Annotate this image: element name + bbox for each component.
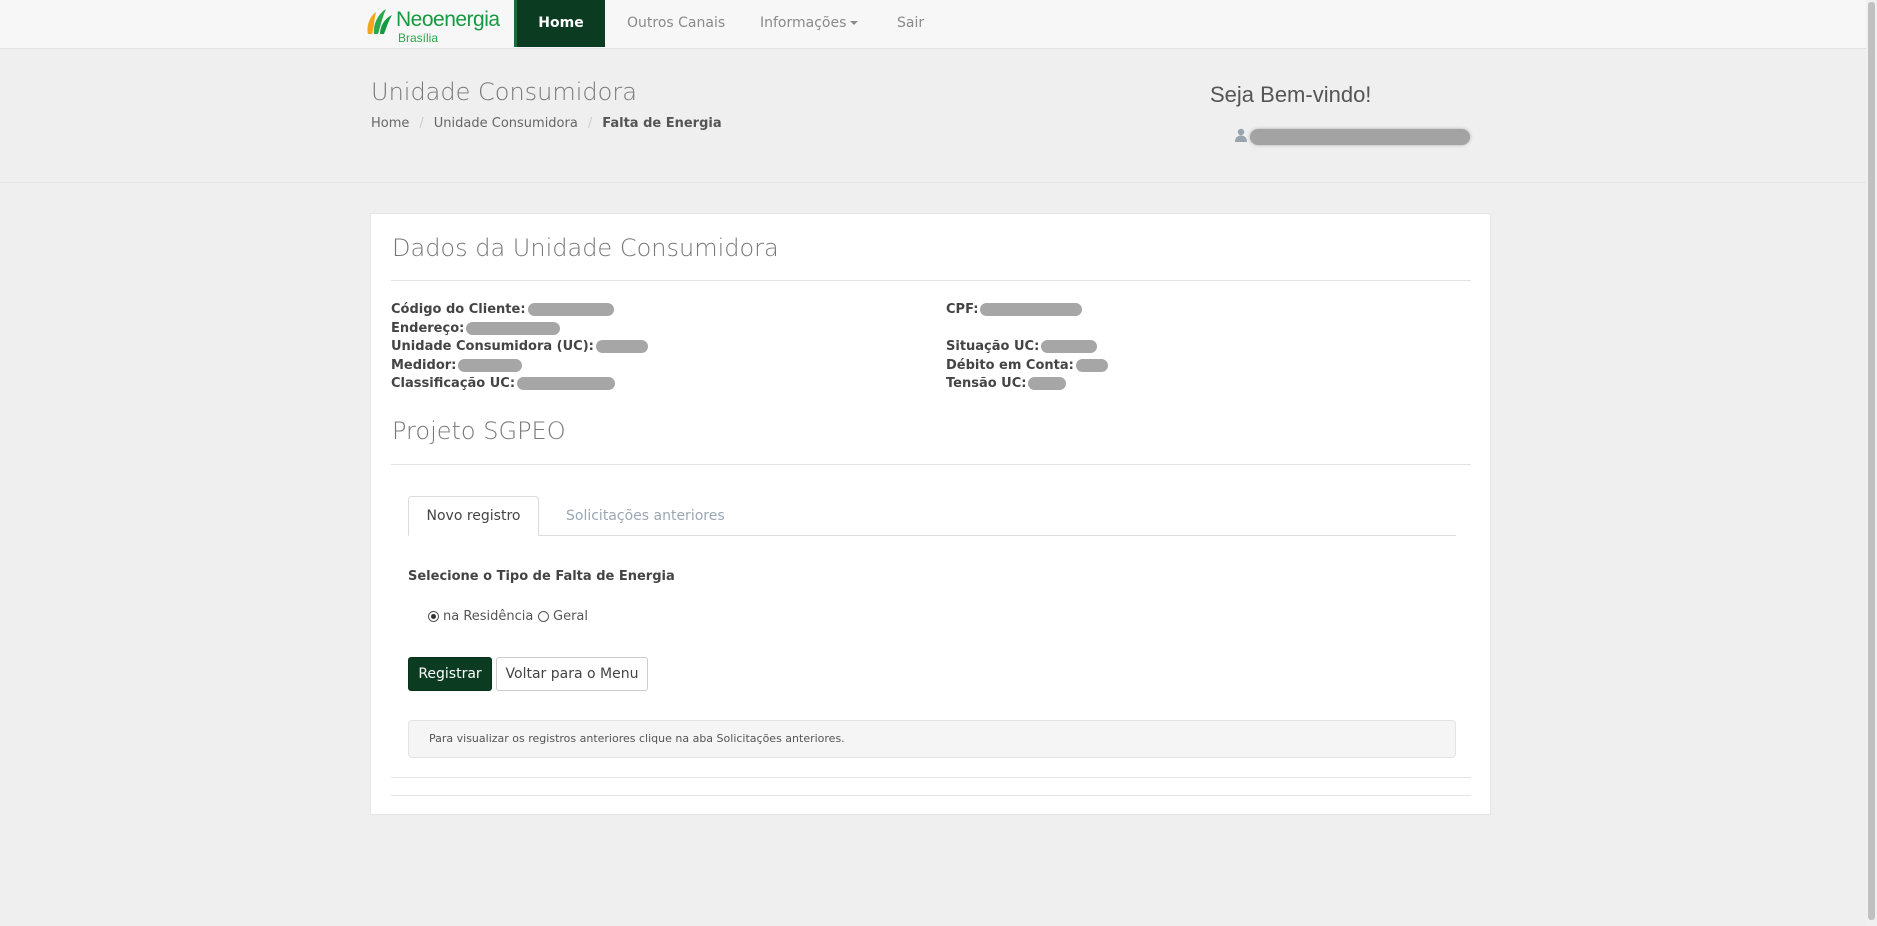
vertical-scrollbar[interactable] — [1866, 0, 1877, 926]
redacted-value — [1075, 359, 1108, 372]
breadcrumb-separator: / — [587, 116, 593, 131]
voltar-menu-button[interactable]: Voltar para o Menu — [496, 657, 648, 691]
user-name-redacted — [1250, 129, 1470, 145]
caret-down-icon — [850, 21, 859, 25]
radio-unchecked-icon[interactable] — [538, 611, 549, 622]
radio-geral-label[interactable]: Geral — [553, 609, 588, 624]
field-endereco: Endereço: — [391, 321, 561, 336]
radio-residencia-label[interactable]: na Residência — [443, 609, 533, 624]
field-label: Unidade Consumidora (UC): — [391, 339, 594, 354]
breadcrumb-separator: / — [419, 116, 424, 131]
tab-solicitacoes-anteriores[interactable]: Solicitações anteriores — [566, 496, 725, 536]
tab-novo-registro[interactable]: Novo registro — [408, 496, 539, 536]
nav-outros-canais[interactable]: Outros Canais — [627, 0, 725, 47]
logo-city: Brasília — [398, 31, 439, 45]
registrar-button[interactable]: Registrar — [408, 657, 492, 691]
page-title: Unidade Consumidora — [371, 78, 637, 106]
field-label: Tensão UC: — [946, 376, 1027, 391]
nav-home[interactable]: Home — [514, 0, 605, 47]
redacted-value — [527, 303, 614, 316]
nav-informacoes-label: Informações — [760, 15, 847, 31]
field-classificacao: Classificação UC: — [391, 376, 616, 391]
radio-geral[interactable]: Geral — [538, 609, 588, 624]
redacted-value — [458, 359, 523, 372]
redacted-value — [1041, 340, 1098, 353]
redacted-value — [980, 303, 1083, 316]
projeto-title: Projeto SGPEO — [392, 417, 566, 445]
field-tensao: Tensão UC: — [946, 376, 1067, 391]
divider — [391, 777, 1471, 778]
field-codigo-cliente: Código do Cliente: — [391, 302, 614, 317]
radio-residencia[interactable]: na Residência — [428, 609, 533, 624]
redacted-value — [595, 340, 648, 353]
page-header — [0, 48, 1866, 183]
field-situacao: Situação UC: — [946, 339, 1098, 354]
field-label: Situação UC: — [946, 339, 1040, 354]
main-panel: Dados da Unidade Consumidora Código do C… — [370, 213, 1491, 815]
dados-title: Dados da Unidade Consumidora — [392, 234, 779, 262]
field-label: Código do Cliente: — [391, 302, 526, 317]
info-message: Para visualizar os registros anteriores … — [408, 720, 1456, 758]
redacted-value — [1028, 377, 1067, 390]
field-label: Débito em Conta: — [946, 358, 1074, 373]
top-navbar: Neoenergia Brasília Home Outros Canais I… — [0, 0, 1866, 49]
field-label: CPF: — [946, 302, 979, 317]
nav-sair[interactable]: Sair — [897, 0, 924, 47]
scrollbar-thumb[interactable] — [1868, 2, 1875, 920]
field-label: Classificação UC: — [391, 376, 516, 391]
logo-wordmark: Neoenergia — [396, 8, 500, 31]
user-icon — [1235, 128, 1247, 142]
redacted-value — [517, 377, 616, 390]
welcome-message: Seja Bem-vindo! — [1210, 82, 1372, 107]
breadcrumb-unidade[interactable]: Unidade Consumidora — [434, 116, 578, 131]
breadcrumb: Home / Unidade Consumidora / Falta de Energi… — [371, 116, 722, 131]
field-label: Medidor: — [391, 358, 457, 373]
field-label: Endereço: — [391, 321, 465, 336]
breadcrumb-current: Falta de Energia — [602, 116, 722, 131]
neoenergia-logo[interactable]: Neoenergia Brasília — [364, 4, 500, 45]
field-medidor: Medidor: — [391, 358, 523, 373]
radio-checked-icon[interactable] — [428, 611, 439, 622]
divider — [391, 795, 1471, 796]
divider — [391, 280, 1471, 281]
field-cpf: CPF: — [946, 302, 1083, 317]
field-uc: Unidade Consumidora (UC): — [391, 339, 648, 354]
breadcrumb-home[interactable]: Home — [371, 116, 409, 131]
tipo-falta-label: Selecione o Tipo de Falta de Energia — [408, 569, 675, 584]
divider — [391, 464, 1471, 465]
redacted-value — [466, 322, 561, 335]
nav-informacoes[interactable]: Informações — [760, 0, 859, 47]
leaf-logo-icon — [367, 9, 392, 34]
field-debito: Débito em Conta: — [946, 358, 1108, 373]
